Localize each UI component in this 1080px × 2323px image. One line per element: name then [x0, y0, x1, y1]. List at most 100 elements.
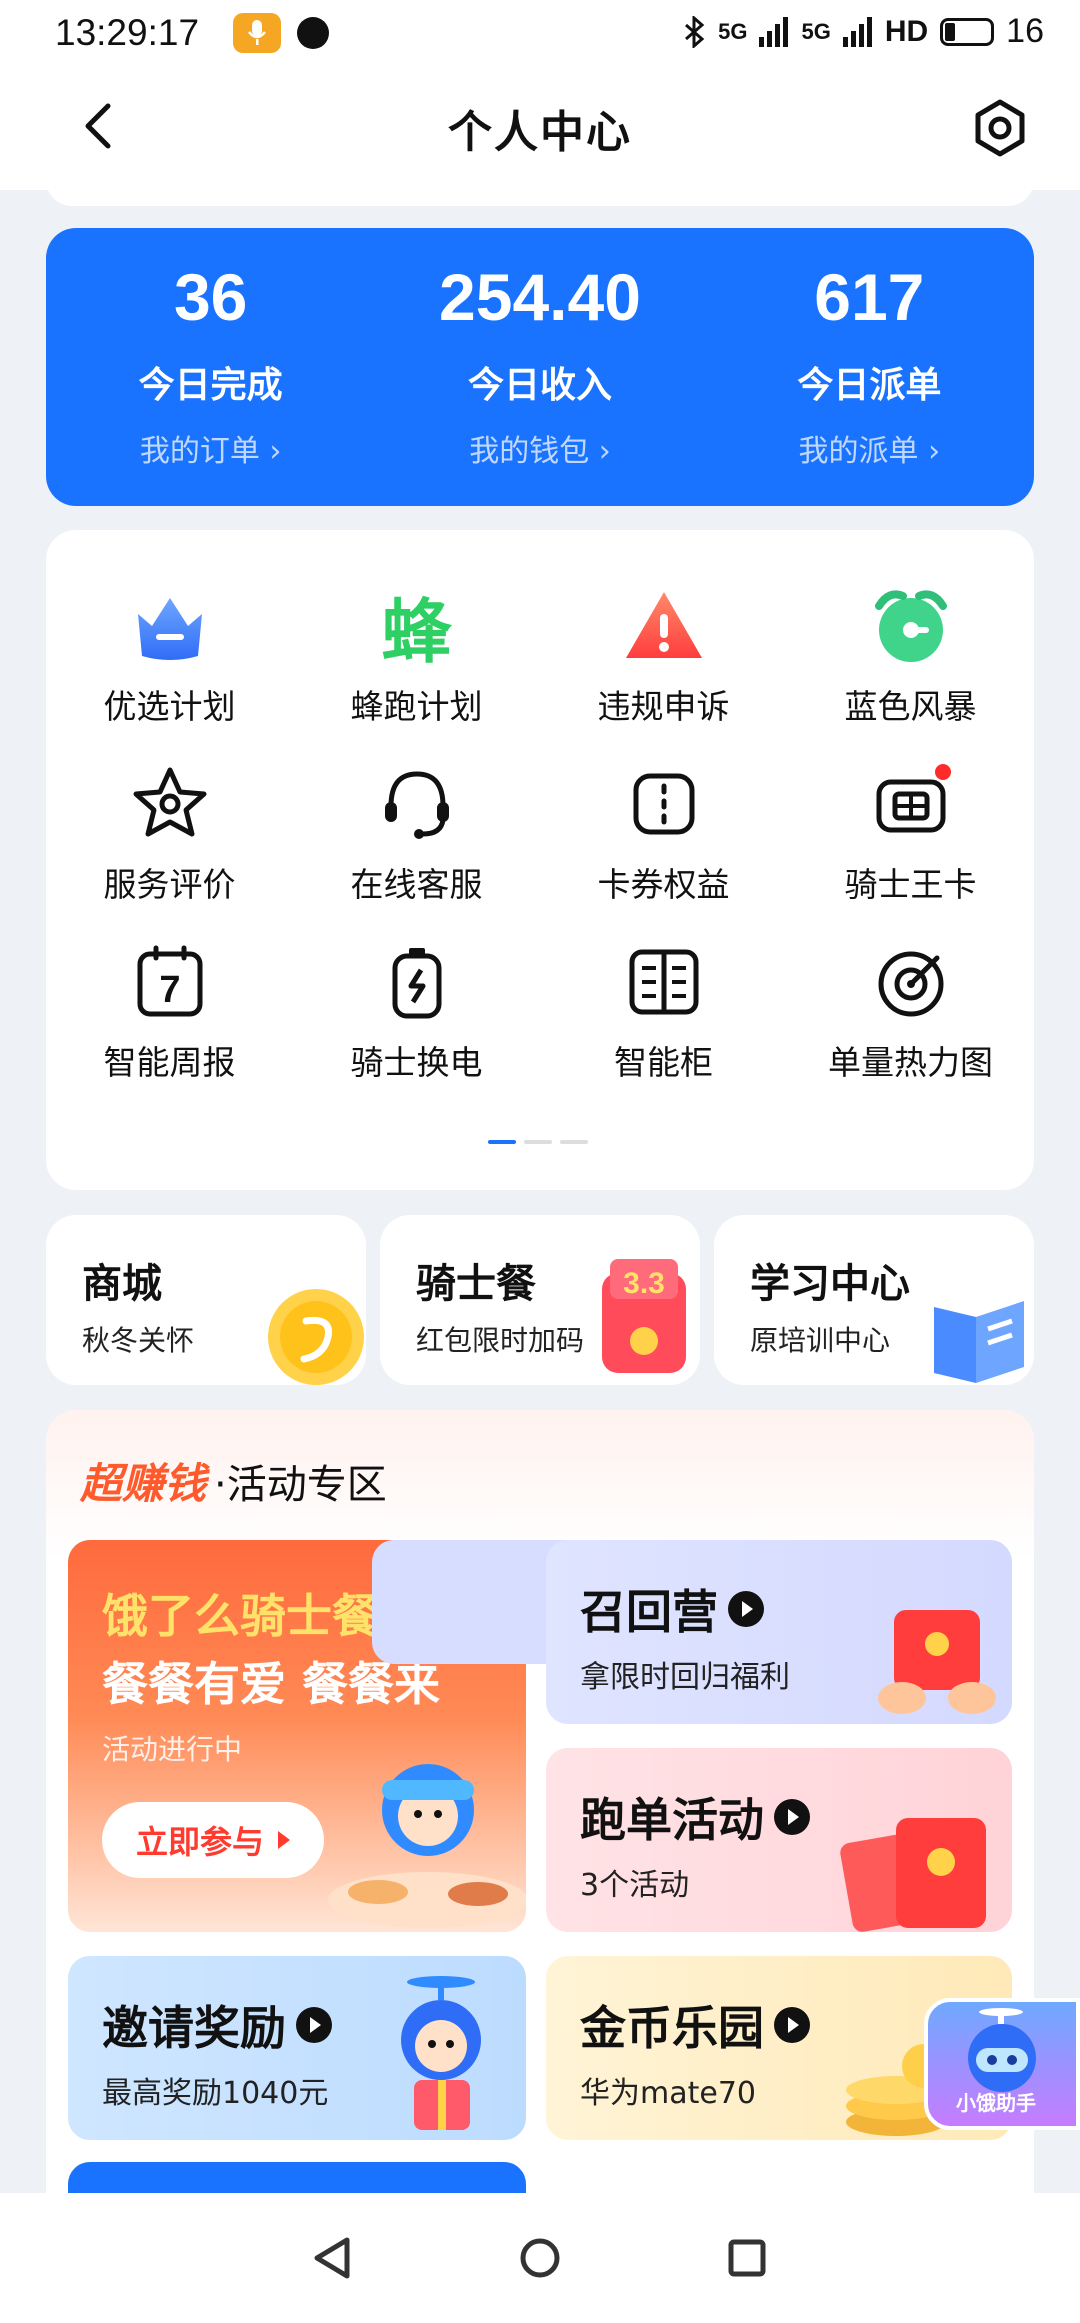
promo-title: 金币乐园	[580, 1992, 810, 2058]
activity-brand: 超赚钱	[80, 1459, 207, 1508]
shortcut-sub: 秋冬关怀	[82, 1324, 195, 1357]
robot-mascot-icon	[968, 2008, 1036, 2092]
shortcut-title: 骑士餐	[416, 1261, 536, 1307]
signal-bars-icon-2	[842, 16, 872, 47]
svg-text:7: 7	[159, 969, 180, 1011]
promo-line1: 饿了么骑士餐	[102, 1589, 378, 1643]
shortcut-learning-center[interactable]: 学习中心 原培训中心	[714, 1215, 1034, 1385]
promo-title-text: 金币乐园	[580, 2001, 764, 2055]
play-arrow-icon	[278, 1831, 290, 1849]
grid-item-smart-cabinet[interactable]: 智能柜	[540, 916, 787, 1094]
assistant-float-button[interactable]: 小饿助手	[924, 1998, 1080, 2130]
grid-item-service-rating[interactable]: 服务评价	[46, 738, 293, 916]
recall-camp-card[interactable]: 召回营 拿限时回归福利	[546, 1540, 1012, 1724]
stat-value: 36	[173, 260, 248, 334]
grid-item-coupons[interactable]: 卡券权益	[540, 738, 787, 916]
red-envelopes-icon	[840, 1818, 986, 1932]
grid-item-label: 智能柜	[614, 1043, 713, 1082]
stat-dispatch[interactable]: 617 今日派单 我的派单 ›	[705, 228, 1034, 506]
stat-label: 今日完成	[138, 365, 283, 406]
coupon-icon	[633, 773, 694, 835]
activity-header: 超赚钱 ·活动专区	[80, 1450, 387, 1511]
promo-sub: 最高奖励1040元	[102, 2076, 329, 2111]
battery-icon	[940, 17, 995, 46]
assistant-label: 小饿助手	[956, 2091, 1036, 2115]
star-badge-icon	[133, 767, 206, 837]
notification-dot-icon	[297, 17, 330, 49]
grid-item-label: 在线客服	[350, 865, 483, 904]
stat-completed[interactable]: 36 今日完成 我的订单 ›	[46, 228, 375, 506]
activity-title: ·活动专区	[214, 1462, 387, 1508]
promo-title: 跑单活动	[580, 1784, 810, 1850]
alarm-clock-icon	[874, 590, 947, 662]
book-icon	[934, 1301, 1024, 1383]
run-order-activity-card[interactable]: 跑单活动 3个活动	[546, 1748, 1012, 1932]
promo-sub: 拿限时回归福利	[580, 1660, 790, 1695]
feature-grid-card: 优选计划 蜂 蜂跑计划 违规申诉 蓝色风暴 服务评价 在线客服 卡券权益 骑士王…	[46, 530, 1034, 1190]
grid-item-battery-swap[interactable]: 骑士换电	[293, 916, 540, 1094]
settings-hexagon-icon[interactable]	[970, 98, 1030, 158]
promo-title: 邀请奖励	[102, 1992, 332, 2058]
my-wallet-link[interactable]: 我的钱包 ›	[469, 426, 611, 470]
system-nav-bar	[0, 2193, 1080, 2323]
grid-item-heatmap[interactable]: 单量热力图	[787, 916, 1034, 1094]
signal-5g-label: 5G	[718, 18, 748, 44]
grid-item-label: 违规申诉	[597, 687, 730, 726]
sim-card-icon	[876, 764, 951, 833]
grid-item-label: 骑士王卡	[844, 865, 977, 904]
arrow-circle-icon	[728, 1591, 764, 1627]
nav-back-icon[interactable]	[309, 2234, 357, 2282]
join-now-button[interactable]: 立即参与	[102, 1802, 324, 1878]
grid-item-online-support[interactable]: 在线客服	[293, 738, 540, 916]
grid-item-label: 单量热力图	[828, 1043, 993, 1082]
red-envelope-icon: 3.3	[602, 1259, 686, 1373]
nav-home-icon[interactable]	[516, 2234, 564, 2282]
grid-item-label: 蓝色风暴	[844, 687, 977, 726]
back-arrow-icon[interactable]	[70, 96, 130, 156]
grid-item-blue-storm[interactable]: 蓝色风暴	[787, 560, 1034, 738]
shortcut-sub: 红包限时加码	[416, 1324, 585, 1357]
promo-sub: 3个活动	[580, 1868, 690, 1903]
grid-item-preferred-plan[interactable]: 优选计划	[46, 560, 293, 738]
shortcut-title: 学习中心	[750, 1261, 910, 1307]
bluetooth-icon	[685, 15, 705, 48]
signal-5g-label-2: 5G	[801, 18, 831, 44]
grid-item-bee-run[interactable]: 蜂 蜂跑计划	[293, 560, 540, 738]
headset-icon	[384, 771, 449, 839]
status-bar: 13:29:17 5G 5G HD 16	[0, 0, 1080, 66]
svg-text:3.3: 3.3	[623, 1267, 665, 1300]
invite-reward-card[interactable]: 邀请奖励 最高奖励1040元	[68, 1956, 526, 2140]
grid-item-knight-card[interactable]: 骑士王卡	[787, 738, 1034, 916]
bee-character-icon: 蜂	[381, 590, 452, 673]
grid-item-label: 骑士换电	[350, 1043, 483, 1082]
battery-percent: 16	[1006, 12, 1044, 50]
page-header: 个人中心	[0, 66, 1080, 190]
crown-icon	[137, 598, 202, 660]
grid-item-weekly-report[interactable]: 7 智能周报	[46, 916, 293, 1094]
hd-label: HD	[884, 14, 929, 48]
nav-recents-icon[interactable]	[723, 2234, 771, 2282]
my-orders-link[interactable]: 我的订单 ›	[140, 426, 282, 470]
grid-item-appeal[interactable]: 违规申诉	[540, 560, 787, 738]
status-time: 13:29:17	[55, 12, 200, 53]
join-now-label: 立即参与	[135, 1823, 264, 1861]
signal-bars-icon	[759, 16, 789, 47]
grid-pager	[488, 1140, 588, 1144]
shortcut-mall[interactable]: 商城 秋冬关怀	[46, 1215, 366, 1385]
grid-item-label: 优选计划	[103, 687, 236, 726]
shortcut-title: 商城	[82, 1261, 162, 1307]
pager-dot	[560, 1140, 588, 1144]
promo-title-text: 邀请奖励	[102, 2001, 286, 2055]
arrow-circle-icon	[774, 2007, 810, 2043]
rider-mascot-icon	[328, 1764, 526, 1928]
stat-income[interactable]: 254.40 今日收入 我的钱包 ›	[375, 228, 704, 506]
shortcut-knight-meal[interactable]: 骑士餐 红包限时加码 3.3	[380, 1215, 700, 1385]
warning-icon	[625, 592, 702, 658]
grid-item-label: 卡券权益	[597, 865, 730, 904]
my-dispatch-link[interactable]: 我的派单 ›	[799, 426, 941, 470]
grid-item-label: 服务评价	[103, 865, 236, 904]
feature-grid: 优选计划 蜂 蜂跑计划 违规申诉 蓝色风暴 服务评价 在线客服 卡券权益 骑士王…	[46, 560, 1034, 1094]
promo-status: 活动进行中	[102, 1733, 243, 1766]
gold-coin-icon	[268, 1289, 364, 1385]
pager-dot	[524, 1140, 552, 1144]
